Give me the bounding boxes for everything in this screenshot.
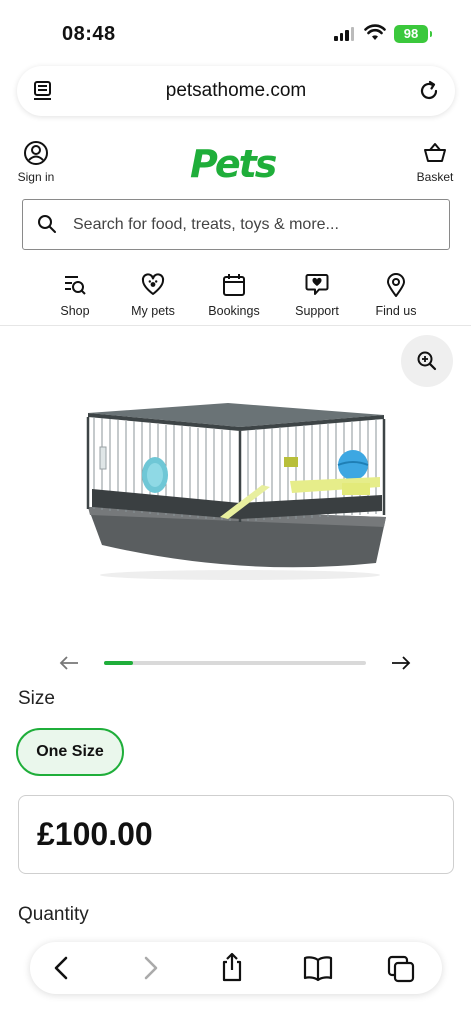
user-icon xyxy=(24,141,48,165)
sign-in-label: Sign in xyxy=(17,170,55,184)
nav-divider xyxy=(0,325,471,326)
heart-paw-icon xyxy=(141,273,165,295)
nav-label-find-us: Find us xyxy=(375,304,417,318)
arrow-right-icon[interactable] xyxy=(390,653,412,673)
zoom-button[interactable] xyxy=(401,335,453,387)
nav-item-support[interactable]: Support xyxy=(277,272,357,318)
calendar-icon xyxy=(223,274,245,296)
quantity-heading: Quantity xyxy=(18,904,89,925)
location-pin-icon xyxy=(387,273,405,297)
carousel-progress-fill xyxy=(104,661,133,665)
nav-label-support: Support xyxy=(295,304,339,318)
battery-indicator: 98 xyxy=(394,25,432,43)
nav-item-shop[interactable]: Shop xyxy=(35,272,115,318)
carousel-progress-track xyxy=(104,661,366,665)
price-box: £100.00 xyxy=(18,795,454,874)
basket-button[interactable]: Basket xyxy=(413,140,457,184)
nav-label-my-pets: My pets xyxy=(131,304,175,318)
status-bar: 08:48 98 xyxy=(0,0,471,64)
status-time: 08:48 xyxy=(62,23,116,45)
back-icon[interactable] xyxy=(50,954,74,982)
wifi-icon xyxy=(364,24,386,40)
arrow-left-icon[interactable] xyxy=(58,653,80,673)
browser-toolbar xyxy=(30,942,442,994)
address-bar[interactable]: petsathome.com xyxy=(17,66,455,116)
product-image[interactable] xyxy=(80,395,392,585)
bookmarks-icon[interactable] xyxy=(302,954,334,982)
nav-label-bookings: Bookings xyxy=(208,304,260,318)
product-price: £100.00 xyxy=(37,816,153,852)
image-carousel-controls xyxy=(0,650,471,676)
site-header: Sign in Pets Basket xyxy=(0,140,471,192)
zoom-in-icon xyxy=(417,351,437,371)
cellular-signal-icon xyxy=(334,27,354,41)
shop-search-icon xyxy=(65,276,86,295)
url-text: petsathome.com xyxy=(165,80,307,101)
basket-icon xyxy=(424,143,446,162)
basket-label: Basket xyxy=(416,170,454,184)
share-icon[interactable] xyxy=(218,951,246,983)
nav-item-my-pets[interactable]: My pets xyxy=(113,272,193,318)
search-box[interactable] xyxy=(22,199,450,250)
nav-item-find-us[interactable]: Find us xyxy=(356,272,436,318)
nav-label-shop: Shop xyxy=(60,304,90,318)
search-icon xyxy=(38,215,56,233)
search-input[interactable] xyxy=(73,210,433,240)
main-nav: Shop My pets Bookings Support Find us xyxy=(0,272,471,324)
forward-icon[interactable] xyxy=(138,954,162,982)
reload-icon[interactable] xyxy=(417,79,441,103)
pets-logo[interactable]: Pets xyxy=(190,142,277,186)
size-option-button[interactable]: One Size xyxy=(16,728,124,776)
tabs-icon[interactable] xyxy=(386,954,416,984)
chat-heart-icon xyxy=(305,274,329,295)
sign-in-button[interactable]: Sign in xyxy=(14,140,58,184)
size-heading: Size xyxy=(18,688,55,709)
nav-item-bookings[interactable]: Bookings xyxy=(194,272,274,318)
